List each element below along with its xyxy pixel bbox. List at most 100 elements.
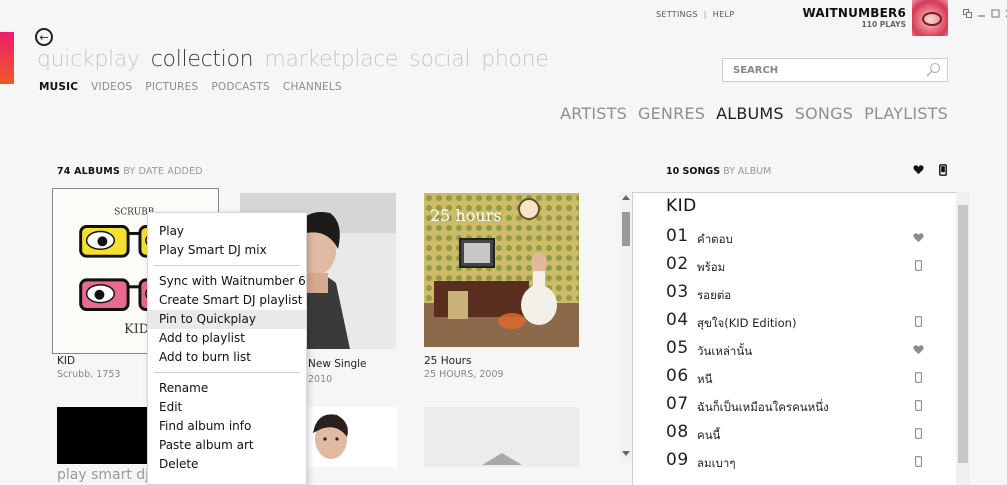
subnav-podcasts[interactable]: PODCASTS (211, 81, 270, 93)
album-tile-25-hours[interactable]: 25 hours (424, 193, 579, 347)
subnav-pictures[interactable]: PICTURES (145, 81, 198, 93)
pivot-quickplay[interactable]: quickplay (37, 47, 140, 72)
play-smart-dj-label[interactable]: play smart dj (57, 467, 149, 483)
song-number: 09 (666, 450, 689, 470)
subnav-music[interactable]: MUSIC (39, 81, 78, 93)
menu-item-find-album-info[interactable]: Find album info (148, 417, 306, 436)
songs-scrollbar-thumb[interactable] (958, 205, 968, 463)
heart-icon[interactable] (913, 164, 924, 175)
song-row[interactable]: 03 รอยต่อ (666, 282, 956, 306)
tab-genres[interactable]: GENRES (638, 104, 705, 123)
phone-icon[interactable] (913, 456, 924, 467)
compact-mode-icon[interactable] (963, 9, 972, 18)
phone-icon[interactable] (913, 372, 924, 383)
help-link[interactable]: HELP (713, 10, 735, 19)
avatar[interactable] (912, 0, 948, 36)
search-icon[interactable] (925, 62, 941, 78)
sub-nav: MUSIC VIDEOS PICTURES PODCASTS CHANNELS (39, 81, 342, 93)
album-artist-25-hours[interactable]: 25 HOURS, 2009 (424, 369, 504, 380)
menu-item-delete[interactable]: Delete (148, 455, 306, 474)
menu-item-play[interactable]: Play (148, 222, 306, 241)
menu-item-edit[interactable]: Edit (148, 398, 306, 417)
song-number: 06 (666, 366, 689, 386)
tab-artists[interactable]: ARTISTS (560, 104, 627, 123)
song-row[interactable]: 06 หนี (666, 366, 956, 390)
scroll-up-icon[interactable] (622, 194, 630, 200)
song-title: หนี (697, 372, 713, 386)
album-year-new-single[interactable]: 2010 (308, 374, 332, 385)
phone-icon[interactable] (913, 316, 924, 327)
link-separator: | (703, 10, 707, 19)
pivot-social[interactable]: social (409, 47, 470, 72)
menu-item-pin-to-quickplay[interactable]: Pin to Quickplay (148, 310, 306, 329)
heart-icon[interactable] (913, 344, 924, 355)
heart-icon[interactable] (913, 232, 924, 243)
back-button[interactable]: ← (35, 28, 53, 46)
cover-text-25-hours: 25 hours (430, 206, 502, 225)
maximize-icon[interactable] (991, 9, 1000, 18)
menu-item-sync-with-waitnumber-6[interactable]: Sync with Waitnumber 6 (148, 272, 306, 291)
song-row[interactable]: 01 คำตอบ (666, 226, 956, 250)
phone-icon[interactable] (913, 400, 924, 411)
context-menu: Play Play Smart DJ mix Sync with Waitnumbe… (147, 212, 307, 485)
albums-header: 74 ALBUMS BY DATE ADDED (57, 166, 203, 177)
category-tabs: ARTISTS GENRES ALBUMS SONGS PLAYLISTS (560, 104, 948, 123)
settings-link[interactable]: SETTINGS (656, 10, 698, 19)
menu-item-add-to-playlist[interactable]: Add to playlist (148, 329, 306, 348)
cover-text-kid: KID (124, 322, 149, 337)
song-row[interactable]: 07 ฉันก็เป็นเหมือนใครคนหนึ่ง (666, 394, 956, 418)
phone-icon[interactable] (913, 428, 924, 439)
pivot-marketplace[interactable]: marketplace (264, 47, 398, 72)
albums-scrollbar-thumb[interactable] (622, 212, 630, 246)
song-row[interactable]: 09 ลมเบาๆ (666, 450, 956, 474)
albums-count: 74 ALBUMS (57, 166, 120, 177)
pivot-phone[interactable]: phone (481, 47, 549, 72)
album-title-kid[interactable]: KID (57, 355, 75, 367)
song-title: รอยต่อ (697, 288, 732, 302)
songs-count: 10 SONGS (666, 166, 721, 177)
menu-item-rename[interactable]: Rename (148, 379, 306, 398)
search-input[interactable] (723, 64, 919, 76)
subnav-channels[interactable]: CHANNELS (283, 81, 342, 93)
menu-item-paste-album-art[interactable]: Paste album art (148, 436, 306, 455)
user-name[interactable]: WAITNUMBER6 (803, 6, 907, 20)
menu-item-add-to-burn-list[interactable]: Add to burn list (148, 348, 306, 367)
phone-icon[interactable] (913, 260, 924, 271)
album-cover-25-hours: 25 hours (424, 193, 579, 347)
song-number: 08 (666, 422, 689, 442)
song-row[interactable]: 04 สุขใจ(KID Edition) (666, 310, 956, 334)
album-artist-kid[interactable]: Scrubb, 1753 (57, 369, 120, 380)
menu-item-create-smart-dj-playlist[interactable]: Create Smart DJ playlist (148, 291, 306, 310)
album-title-25-hours[interactable]: 25 Hours (424, 355, 471, 367)
album-tile-row2-2[interactable] (307, 407, 397, 467)
album-tile-row2-3[interactable] (424, 407, 579, 467)
albums-sort[interactable]: BY DATE ADDED (123, 166, 203, 177)
song-title: คำตอบ (697, 232, 733, 246)
menu-item-play-smart-dj-mix[interactable]: Play Smart DJ mix (148, 241, 306, 260)
subnav-videos[interactable]: VIDEOS (91, 81, 132, 93)
song-title: สุขใจ(KID Edition) (697, 316, 797, 330)
song-number: 02 (666, 254, 689, 274)
pivot-nav: quickplay collection marketplace social … (37, 47, 549, 72)
song-number: 03 (666, 282, 689, 302)
back-arrow-icon: ← (39, 30, 49, 44)
tab-playlists[interactable]: PLAYLISTS (864, 104, 948, 123)
songs-sort[interactable]: BY ALBUM (723, 166, 771, 177)
song-number: 05 (666, 338, 689, 358)
minimize-icon[interactable] (977, 9, 986, 18)
song-row[interactable]: 05 วันเหล่านั้น (666, 338, 956, 362)
song-number: 04 (666, 310, 689, 330)
tab-songs[interactable]: SONGS (795, 104, 853, 123)
tab-albums[interactable]: ALBUMS (716, 104, 784, 123)
song-row[interactable]: 08 คนนี้ (666, 422, 956, 446)
user-block[interactable]: WAITNUMBER6 110 PLAYS (803, 6, 907, 29)
menu-separator (154, 372, 300, 373)
phone-icon[interactable] (939, 164, 947, 176)
search-box[interactable] (722, 58, 948, 82)
song-row[interactable]: 02 พร้อม (666, 254, 956, 278)
pivot-collection[interactable]: collection (151, 47, 254, 72)
scroll-down-icon[interactable] (622, 451, 630, 457)
album-title-new-single[interactable]: New Single (308, 358, 367, 370)
song-title: คนนี้ (697, 428, 721, 442)
song-title: ลมเบาๆ (697, 456, 736, 470)
